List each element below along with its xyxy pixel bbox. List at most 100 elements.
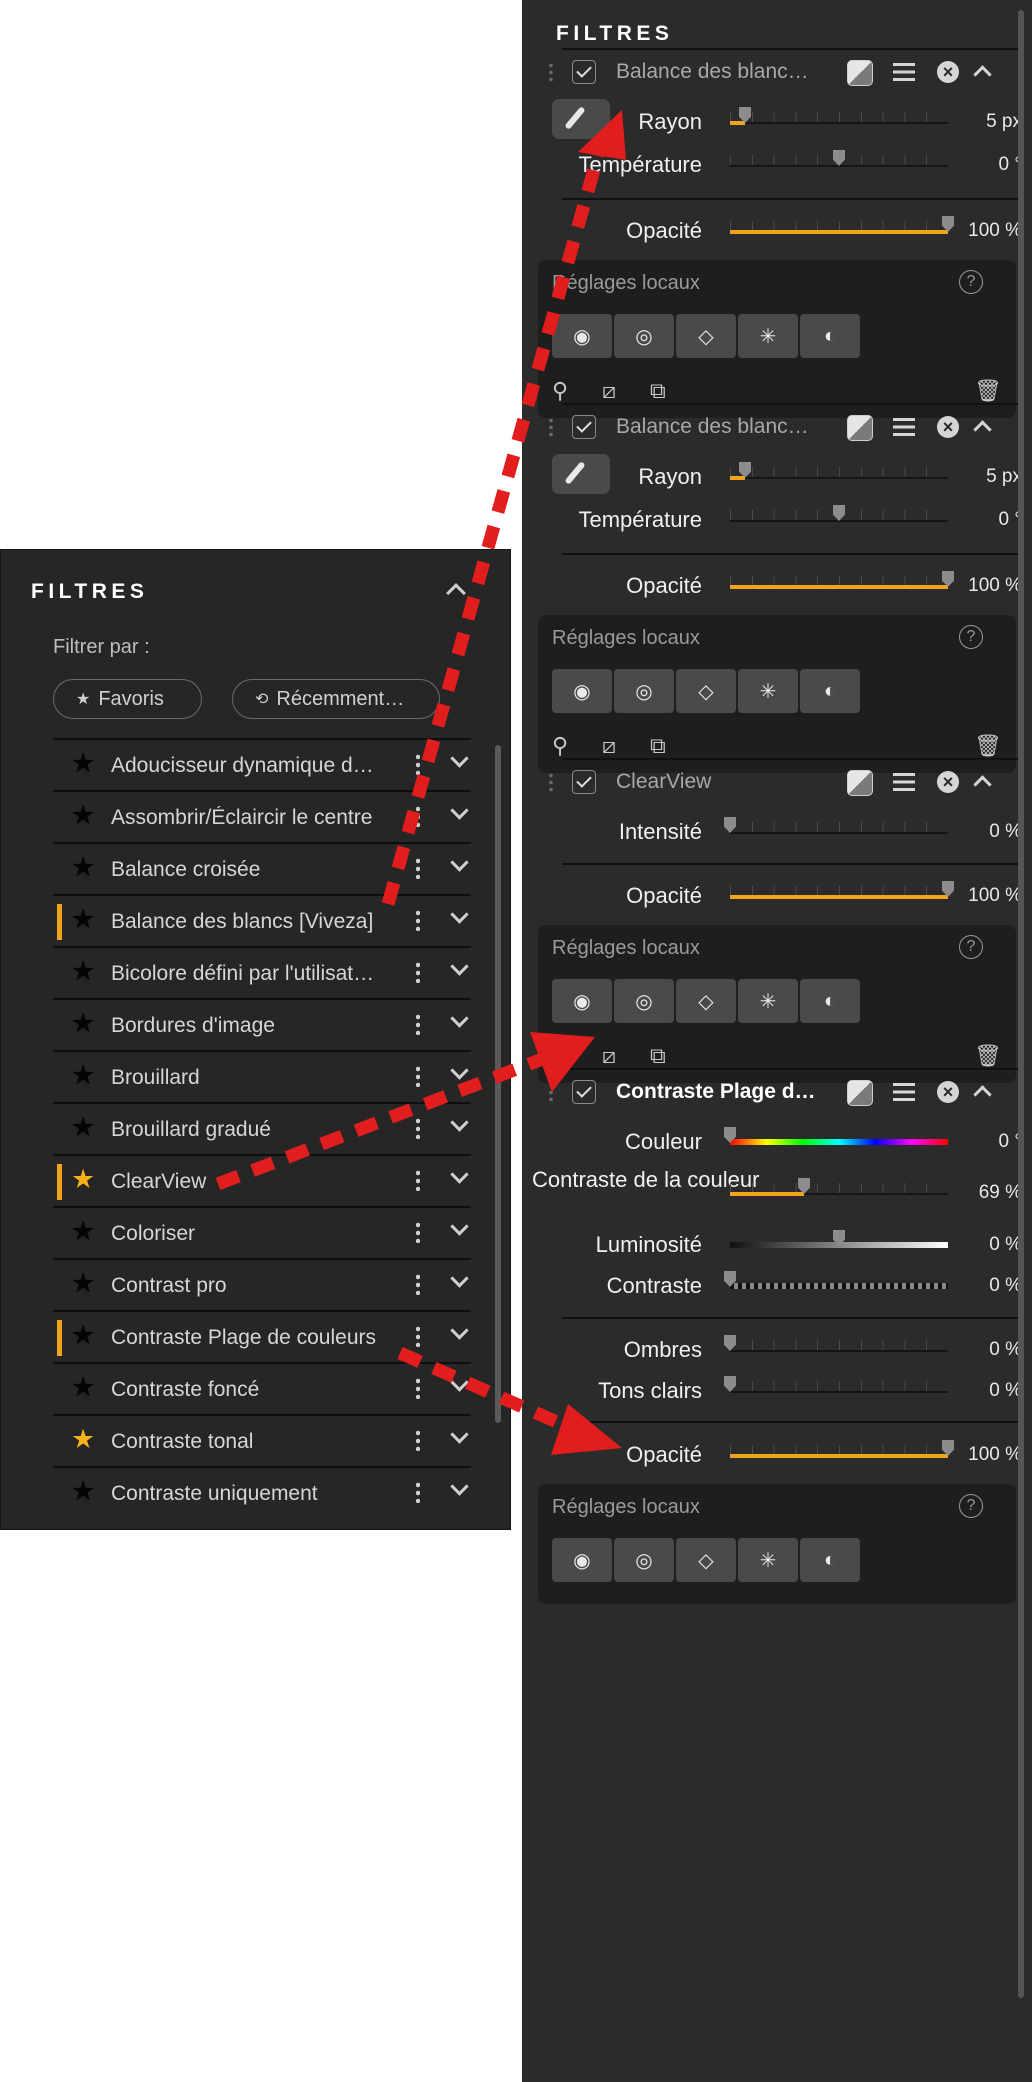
collapse-chevron-icon[interactable] (973, 1085, 992, 1104)
library-scrollbar[interactable] (495, 745, 501, 1423)
star-icon[interactable]: ★ (71, 1374, 95, 1401)
polygon-icon[interactable]: ◇ (676, 1538, 736, 1582)
panel-scrollbar[interactable] (1018, 10, 1024, 1998)
control-point-icon[interactable]: ◉ (552, 1538, 612, 1582)
slider-row[interactable]: Opacité 100 % (522, 565, 1022, 605)
polygon-icon[interactable]: ◇ (676, 979, 736, 1023)
mask-icon[interactable] (847, 1080, 873, 1106)
expand-chevron-icon[interactable] (450, 1165, 469, 1184)
slider-row[interactable]: Contraste 0 % (522, 1265, 1022, 1305)
gradient-icon[interactable]: ◐ (800, 669, 860, 713)
expand-chevron-icon[interactable] (450, 905, 469, 924)
polygon-icon[interactable]: ◇ (676, 669, 736, 713)
star-icon[interactable]: ★ (71, 1478, 95, 1505)
filter-list-item[interactable]: ★ Adoucisseur dynamique d… (53, 738, 471, 790)
filter-header[interactable]: Contraste Plage d… × (522, 1070, 1022, 1120)
point-toggle-icon[interactable]: ⚲ (552, 733, 568, 759)
star-icon[interactable]: ★ (71, 1322, 95, 1349)
slider-row[interactable]: Contraste de la couleur 69 % (522, 1167, 1022, 1212)
more-options-icon[interactable] (416, 753, 420, 775)
more-options-icon[interactable] (416, 1377, 420, 1399)
control-point-icon[interactable]: ◉ (552, 669, 612, 713)
more-options-icon[interactable] (416, 1117, 420, 1139)
menu-icon[interactable] (893, 773, 915, 791)
filter-header[interactable]: Balance des blanc… × (522, 405, 1022, 455)
more-options-icon[interactable] (416, 1013, 420, 1035)
filter-list-item[interactable]: ★ Contraste foncé (53, 1362, 471, 1414)
slider-row[interactable]: Tons clairs 0 % (522, 1370, 1022, 1410)
slider-row[interactable]: Opacité 100 % (522, 875, 1022, 915)
expand-chevron-icon[interactable] (450, 957, 469, 976)
star-icon[interactable]: ★ (71, 1062, 95, 1089)
duplicate-icon[interactable]: ⧉ (650, 378, 666, 404)
expand-chevron-icon[interactable] (450, 1113, 469, 1132)
star-icon[interactable]: ★ (71, 958, 95, 985)
slider-row[interactable]: Opacité 100 % (522, 1434, 1022, 1474)
expand-chevron-icon[interactable] (450, 1217, 469, 1236)
star-icon[interactable]: ★ (71, 750, 95, 777)
more-options-icon[interactable] (416, 805, 420, 827)
collapse-chevron-icon[interactable] (446, 583, 466, 603)
expand-chevron-icon[interactable] (450, 1477, 469, 1496)
expand-chevron-icon[interactable] (450, 1269, 469, 1288)
drag-handle-icon[interactable] (549, 772, 553, 794)
trash-icon[interactable]: 🗑 (974, 378, 1002, 404)
filter-enabled-checkbox[interactable] (572, 1080, 596, 1104)
gradient-icon[interactable]: ◐ (800, 979, 860, 1023)
slider-row[interactable]: Rayon 5 px (522, 101, 1022, 141)
filter-list-item[interactable]: ★ Contraste uniquement (53, 1466, 471, 1518)
brush-icon[interactable]: ◎ (614, 979, 674, 1023)
auto-mask-icon[interactable]: ✳ (738, 1538, 798, 1582)
brush-icon[interactable]: ◎ (614, 669, 674, 713)
filter-list-item[interactable]: ★ Bordures d'image (53, 998, 471, 1050)
more-options-icon[interactable] (416, 909, 420, 931)
expand-chevron-icon[interactable] (450, 801, 469, 820)
star-icon[interactable]: ★ (71, 1218, 95, 1245)
trash-icon[interactable]: 🗑 (974, 733, 1002, 759)
filter-list-item[interactable]: ★ Brouillard (53, 1050, 471, 1102)
polygon-icon[interactable]: ◇ (676, 314, 736, 358)
invert-mask-icon[interactable]: ⧄ (602, 378, 616, 404)
filter-list-item[interactable]: ★ Contrast pro (53, 1258, 471, 1310)
drag-handle-icon[interactable] (549, 417, 553, 439)
collapse-chevron-icon[interactable] (973, 775, 992, 794)
gradient-icon[interactable]: ◐ (800, 1538, 860, 1582)
filter-enabled-checkbox[interactable] (572, 770, 596, 794)
brush-icon[interactable]: ◎ (614, 1538, 674, 1582)
mask-icon[interactable] (847, 770, 873, 796)
filter-list-item[interactable]: ★ Assombrir/Éclaircir le centre (53, 790, 471, 842)
duplicate-icon[interactable]: ⧉ (650, 1043, 666, 1069)
slider-row[interactable]: Ombres 0 % (522, 1329, 1022, 1369)
point-toggle-icon[interactable]: ⚲ (552, 378, 568, 404)
expand-chevron-icon[interactable] (450, 853, 469, 872)
expand-chevron-icon[interactable] (450, 1009, 469, 1028)
slider-row[interactable]: Luminosité 0 % (522, 1224, 1022, 1264)
filter-list-item[interactable]: ★ Brouillard gradué (53, 1102, 471, 1154)
close-icon[interactable]: × (937, 416, 959, 438)
star-icon[interactable]: ★ (71, 854, 95, 881)
filter-list-item[interactable]: ★ Contraste Plage de couleurs (53, 1310, 471, 1362)
more-options-icon[interactable] (416, 1325, 420, 1347)
slider-row[interactable]: Opacité 100 % (522, 210, 1022, 250)
slider-row[interactable]: Rayon 5 px (522, 456, 1022, 496)
filter-list-item[interactable]: ★ ClearView (53, 1154, 471, 1206)
favorite-star-icon[interactable]: ★ (71, 1426, 95, 1453)
star-icon[interactable]: ★ (71, 1114, 95, 1141)
slider-row[interactable]: Couleur 0 ° (522, 1121, 1022, 1161)
expand-chevron-icon[interactable] (450, 1373, 469, 1392)
more-options-icon[interactable] (416, 1169, 420, 1191)
auto-mask-icon[interactable]: ✳ (738, 314, 798, 358)
more-options-icon[interactable] (416, 1065, 420, 1087)
mask-icon[interactable] (847, 60, 873, 86)
filter-list-item[interactable]: ★ Contraste tonal (53, 1414, 471, 1466)
more-options-icon[interactable] (416, 857, 420, 879)
menu-icon[interactable] (893, 63, 915, 81)
filter-list-item[interactable]: ★ Coloriser (53, 1206, 471, 1258)
point-toggle-icon[interactable]: ⚲ (552, 1043, 568, 1069)
expand-chevron-icon[interactable] (450, 1061, 469, 1080)
mask-icon[interactable] (847, 415, 873, 441)
filter-list-item[interactable]: ★ Balance des blancs [Viveza] (53, 894, 471, 946)
menu-icon[interactable] (893, 418, 915, 436)
close-icon[interactable]: × (937, 771, 959, 793)
trash-icon[interactable]: 🗑 (974, 1043, 1002, 1069)
